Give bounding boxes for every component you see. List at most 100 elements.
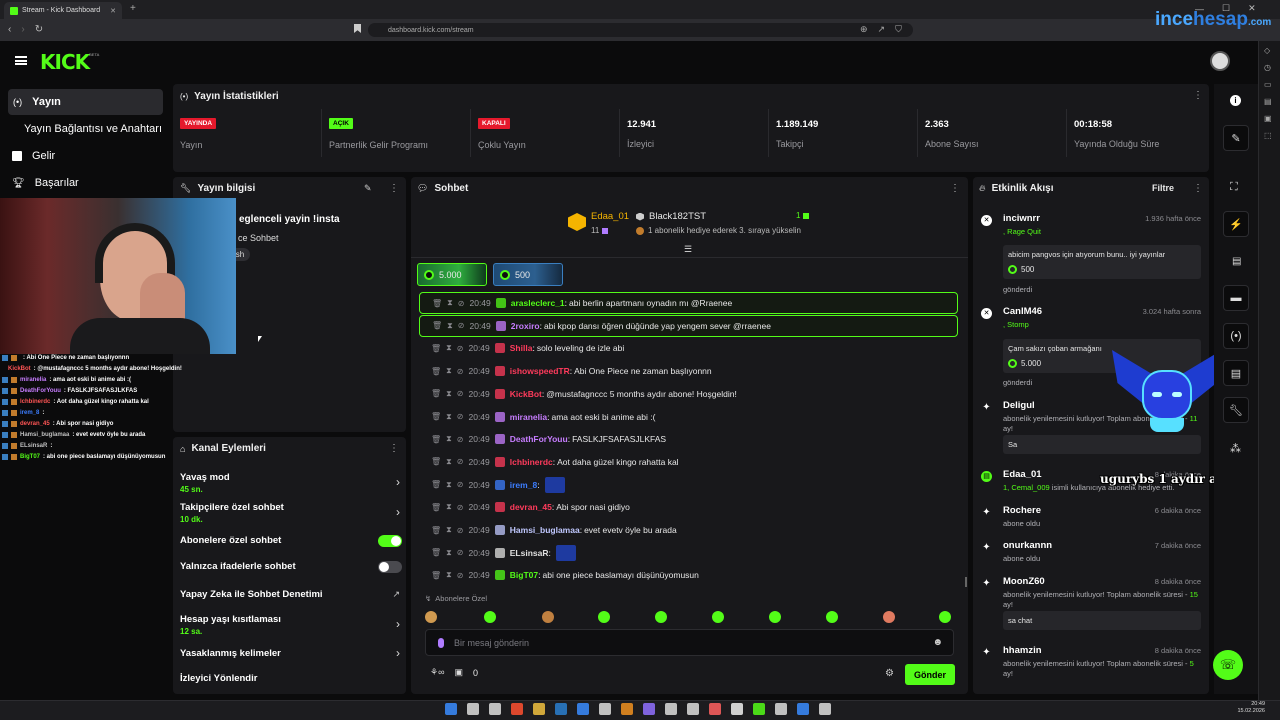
- event-username[interactable]: Deligul: [1003, 400, 1035, 411]
- chat-username[interactable]: devran_45: [510, 502, 552, 512]
- filter-button[interactable]: Filtre: [1152, 183, 1174, 193]
- ban-icon[interactable]: ⊘: [457, 526, 464, 535]
- channel-actions-menu-icon[interactable]: ⋮: [389, 443, 399, 454]
- ban-icon[interactable]: ⊘: [457, 480, 464, 489]
- avatar[interactable]: [1210, 51, 1230, 71]
- taskbar-app-icon[interactable]: [577, 703, 589, 715]
- delete-icon[interactable]: 🗑︎: [432, 299, 442, 308]
- delete-icon[interactable]: 🗑︎: [431, 367, 441, 376]
- edit-icon[interactable]: ✎: [364, 183, 372, 194]
- wallet-icon[interactable]: ▭: [1264, 80, 1272, 89]
- taskbar-app-icon[interactable]: [731, 703, 743, 715]
- taskbar-app-icon[interactable]: [511, 703, 523, 715]
- chat-username[interactable]: BigT07: [510, 570, 538, 580]
- notes-icon[interactable]: ▤: [1232, 256, 1241, 267]
- timeout-icon[interactable]: ⧗: [446, 366, 452, 376]
- taskbar-app-icon[interactable]: [489, 703, 501, 715]
- sidebar-item-gelir[interactable]: Gelir: [12, 148, 55, 164]
- chat-username[interactable]: lchbinerdc: [510, 457, 553, 467]
- taskbar-app-icon[interactable]: [555, 703, 567, 715]
- broadcast-tool-icon[interactable]: (•): [1223, 323, 1249, 349]
- taskbar-app-icon[interactable]: [445, 703, 457, 715]
- history-icon[interactable]: ◷: [1264, 63, 1272, 72]
- event-username[interactable]: Rochere: [1003, 505, 1041, 516]
- microphone-icon[interactable]: [438, 637, 444, 648]
- channel-action-row[interactable]: Abonelere özel sohbet: [180, 535, 402, 559]
- emote-icon[interactable]: [769, 611, 781, 623]
- sidebar-item-yayin[interactable]: (•) Yayın: [8, 89, 163, 115]
- channel-action-row[interactable]: İzleyici Yönlendir: [180, 673, 402, 697]
- emote-icon[interactable]: [826, 611, 838, 623]
- ban-icon[interactable]: ⊘: [457, 457, 464, 466]
- support-button[interactable]: ☏: [1213, 650, 1243, 680]
- taskbar-app-icon[interactable]: [687, 703, 699, 715]
- chevron-right-icon[interactable]: ›: [396, 475, 400, 489]
- ban-icon[interactable]: ⊘: [457, 503, 464, 512]
- timeout-icon[interactable]: ⧗: [446, 412, 452, 422]
- chat-username[interactable]: Shilla: [510, 343, 533, 353]
- chat-username[interactable]: KickBot: [510, 389, 542, 399]
- taskbar-app-icon[interactable]: [467, 703, 479, 715]
- channel-action-row[interactable]: Yavaş mod 45 sn. ›: [180, 472, 402, 496]
- ban-icon[interactable]: ⊘: [457, 367, 464, 376]
- treasure-icon[interactable]: ▣: [454, 667, 463, 678]
- delete-icon[interactable]: 🗑︎: [431, 457, 441, 466]
- timeout-icon[interactable]: ⧗: [446, 434, 452, 444]
- stream-info-menu-icon[interactable]: ⋮: [389, 183, 399, 194]
- layout-tool-icon[interactable]: ▤: [1223, 360, 1249, 386]
- external-link-icon[interactable]: ↗: [392, 589, 400, 600]
- sidebar-item-stream-key[interactable]: Yayın Bağlantısı ve Anahtarı: [24, 121, 162, 137]
- taskbar-app-icon[interactable]: [753, 703, 765, 715]
- ban-icon[interactable]: ⊘: [457, 412, 464, 421]
- kick-logo[interactable]: KICK BETA: [40, 50, 99, 74]
- ban-icon[interactable]: ⊘: [457, 548, 464, 557]
- chat-username[interactable]: irem_8: [510, 480, 537, 490]
- chat-username[interactable]: miranelia: [510, 412, 547, 422]
- ban-icon[interactable]: ⊘: [458, 321, 465, 330]
- timeout-icon[interactable]: ⧗: [447, 298, 453, 308]
- toggle[interactable]: [378, 535, 402, 547]
- ban-icon[interactable]: ⊘: [458, 299, 465, 308]
- event-username[interactable]: onurkannn: [1003, 540, 1052, 551]
- taskbar-app-icon[interactable]: [709, 703, 721, 715]
- chevron-right-icon[interactable]: ›: [396, 505, 400, 519]
- chat-username[interactable]: ishowspeedTR: [510, 366, 570, 376]
- emote-icon[interactable]: [542, 611, 554, 623]
- chat-menu-icon[interactable]: ⋮: [950, 183, 960, 194]
- community-icon[interactable]: ⁂: [1230, 442, 1241, 455]
- channel-action-row[interactable]: Yasaklanmış kelimeler ›: [180, 646, 402, 672]
- emote-icon[interactable]: [598, 611, 610, 623]
- toggle[interactable]: [378, 561, 402, 573]
- emote-icon[interactable]: [655, 611, 667, 623]
- emoji-picker-icon[interactable]: ☻: [932, 637, 943, 648]
- emote-icon[interactable]: [425, 611, 437, 623]
- event-username[interactable]: Edaa_01: [1003, 469, 1042, 480]
- taskbar-app-icon[interactable]: [533, 703, 545, 715]
- shield-icon[interactable]: ⛉: [895, 24, 902, 35]
- chat-username[interactable]: ELsinsaR: [510, 548, 549, 558]
- event-username[interactable]: CanIM46: [1003, 306, 1042, 317]
- lightning-icon[interactable]: ⚡: [1223, 211, 1249, 237]
- taskbar-app-icon[interactable]: [775, 703, 787, 715]
- event-username[interactable]: MoonZ60: [1003, 576, 1045, 587]
- chat-username[interactable]: Hamsi_buglamaa: [510, 525, 580, 535]
- activity-menu-icon[interactable]: ⋮: [1193, 183, 1203, 194]
- delete-icon[interactable]: 🗑︎: [431, 526, 441, 535]
- emote-icon[interactable]: [484, 611, 496, 623]
- forward-icon[interactable]: ›: [21, 24, 24, 35]
- back-icon[interactable]: ‹: [8, 24, 11, 35]
- users-icon[interactable]: ⚘∞: [430, 667, 444, 678]
- taskbar-app-icon[interactable]: [819, 703, 831, 715]
- taskbar-clock[interactable]: 20:49 15.02.2026: [1235, 701, 1265, 715]
- sidebar-item-basarilar[interactable]: 🏆︎ Başarılar: [12, 175, 79, 191]
- taskbar-app-icon[interactable]: [797, 703, 809, 715]
- delete-icon[interactable]: 🗑︎: [431, 412, 441, 421]
- taskbar-app-icon[interactable]: [643, 703, 655, 715]
- timeout-icon[interactable]: ⧗: [446, 343, 452, 353]
- chat-username[interactable]: arasleclerc_1: [511, 298, 565, 308]
- bookmark-panel-icon[interactable]: ◇: [1264, 46, 1272, 55]
- wrench-tool-icon[interactable]: 🔧︎: [1223, 397, 1249, 423]
- event-username[interactable]: hhamzin: [1003, 645, 1042, 656]
- new-tab-icon[interactable]: +: [130, 3, 136, 14]
- emote-icon[interactable]: [883, 611, 895, 623]
